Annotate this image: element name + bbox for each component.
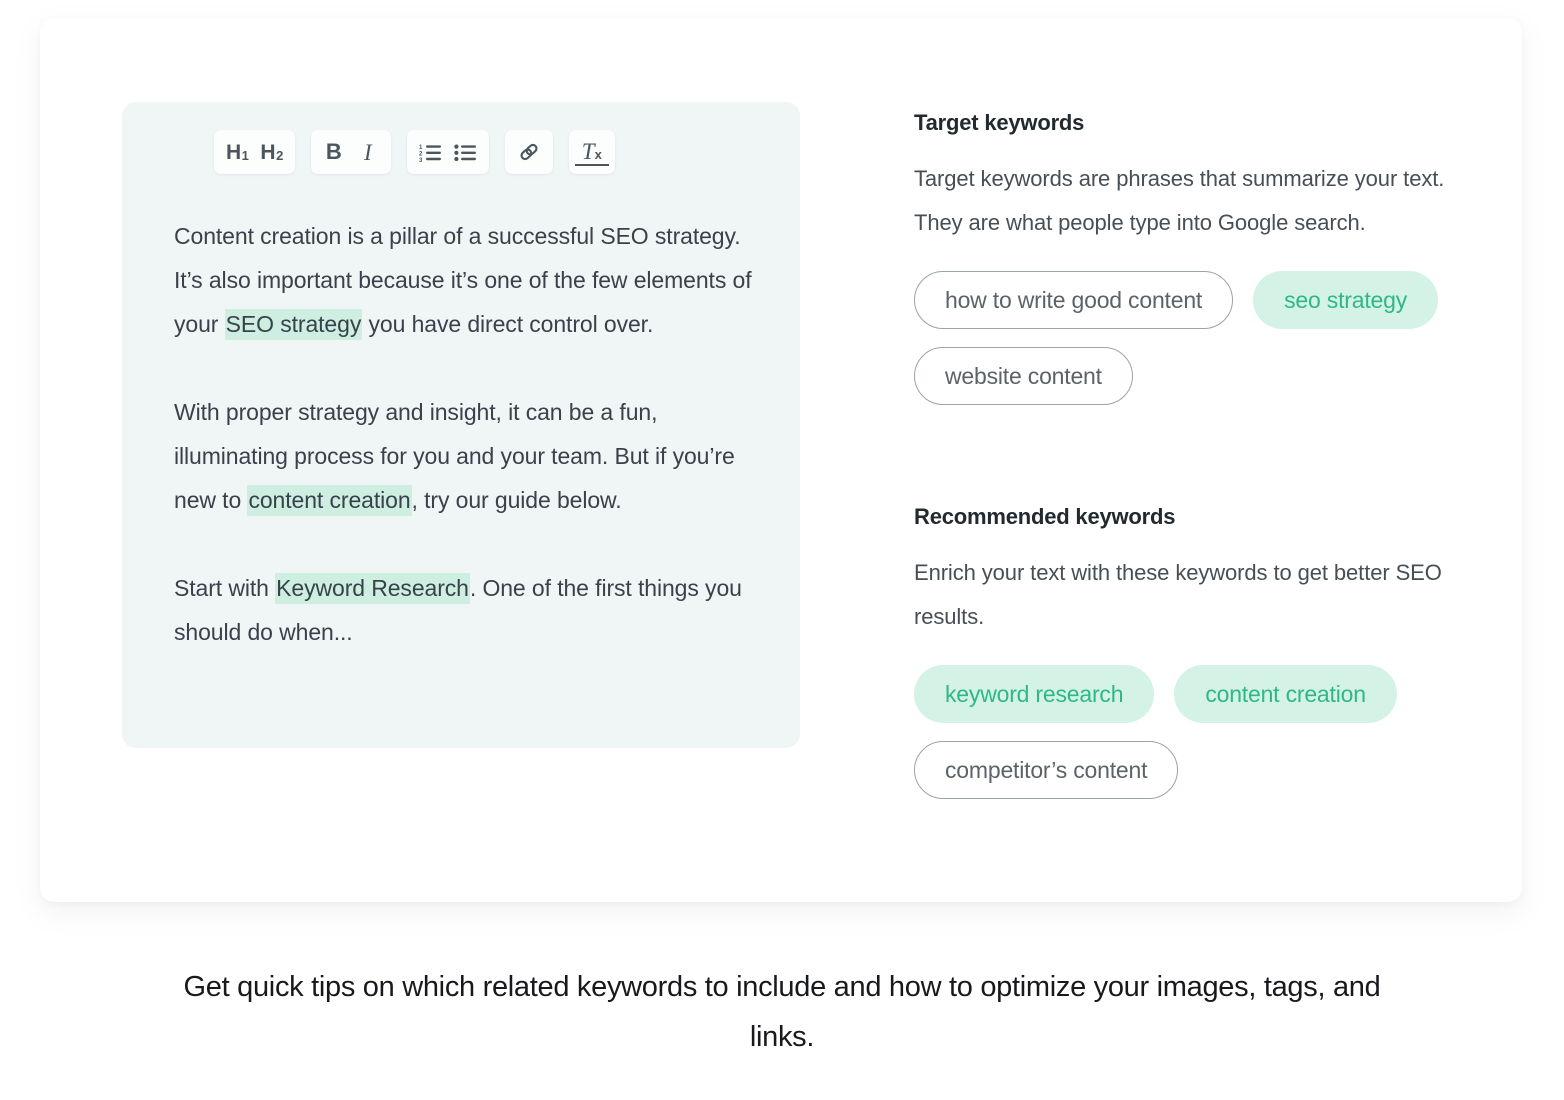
- keyword-pill[interactable]: keyword research: [914, 665, 1155, 723]
- paragraph-text: Start with: [174, 575, 276, 601]
- link-icon[interactable]: [511, 132, 547, 172]
- target-keywords-section: Target keywords Target keywords are phra…: [914, 110, 1522, 405]
- editor-content[interactable]: Content creation is a pillar of a succes…: [174, 214, 774, 654]
- svg-text:3: 3: [419, 158, 423, 162]
- highlighted-keyword: Keyword Research: [275, 573, 470, 604]
- target-keywords-title: Target keywords: [914, 110, 1085, 135]
- screenshot-root: H1 H2 B I 1 2 3 T x Content creation is …: [0, 0, 1564, 1100]
- ordered-list-icon[interactable]: 1 2 3: [413, 132, 448, 172]
- keyword-pill[interactable]: seo strategy: [1253, 271, 1438, 329]
- editor-paragraph: With proper strategy and insight, it can…: [174, 390, 774, 522]
- bulleted-list-icon[interactable]: [448, 132, 483, 172]
- clear-formatting-icon[interactable]: Tx: [574, 139, 609, 166]
- editor-toolbar: H1 H2 B I 1 2 3 T x: [214, 130, 615, 174]
- recommended-keywords-section: Recommended keywords Enrich your text wi…: [914, 504, 1522, 799]
- text-editor-panel: H1 H2 B I 1 2 3 T x Content creation is …: [122, 102, 800, 748]
- paragraph-text: , try our guide below.: [411, 487, 622, 513]
- target-keywords-description: Target keywords are phrases that summari…: [914, 166, 1445, 235]
- clear-formatting-label: T: [581, 139, 595, 164]
- toolbar-group-link: [504, 130, 553, 174]
- target-keywords-pill-list: how to write good content seo strategy w…: [914, 271, 1522, 405]
- toolbar-group-headings: H1 H2: [214, 130, 295, 174]
- paragraph-text: you have direct control over.: [362, 311, 654, 337]
- highlighted-keyword: content creation: [247, 485, 412, 516]
- editor-paragraph: Start with Keyword Research. One of the …: [174, 566, 774, 654]
- heading-1-subscript: 1: [241, 147, 249, 163]
- svg-text:1: 1: [419, 145, 423, 151]
- svg-text:2: 2: [419, 151, 423, 157]
- figure-caption: Get quick tips on which related keywords…: [183, 971, 1381, 1053]
- toolbar-group-clear-formatting: Tx: [568, 130, 615, 174]
- italic-icon[interactable]: I: [351, 132, 385, 172]
- heading-1-label: H: [226, 140, 242, 164]
- editor-paragraph: Content creation is a pillar of a succes…: [174, 214, 774, 346]
- seo-assistant-card: H1 H2 B I 1 2 3 T x Content creation is …: [40, 18, 1522, 902]
- keyword-pill[interactable]: content creation: [1174, 665, 1397, 723]
- toolbar-group-lists: 1 2 3: [406, 130, 489, 174]
- bold-icon[interactable]: B: [317, 132, 351, 172]
- recommended-keywords-pill-list: keyword research content creation compet…: [914, 665, 1522, 799]
- recommended-keywords-title: Recommended keywords: [914, 504, 1176, 529]
- toolbar-group-text-style: B I: [310, 130, 391, 174]
- keywords-panel: Target keywords Target keywords are phra…: [874, 88, 1522, 848]
- heading-2-label: H: [260, 140, 276, 164]
- recommended-keywords-description: Enrich your text with these keywords to …: [914, 560, 1442, 629]
- keyword-pill[interactable]: competitor’s content: [914, 741, 1179, 799]
- heading-2-subscript: 2: [276, 147, 284, 163]
- heading-2-icon[interactable]: H2: [254, 132, 288, 172]
- clear-formatting-subscript: x: [594, 147, 602, 162]
- keyword-pill[interactable]: website content: [914, 347, 1133, 405]
- heading-1-icon[interactable]: H1: [220, 132, 254, 172]
- highlighted-keyword: SEO strategy: [224, 309, 363, 340]
- keyword-pill[interactable]: how to write good content: [914, 271, 1234, 329]
